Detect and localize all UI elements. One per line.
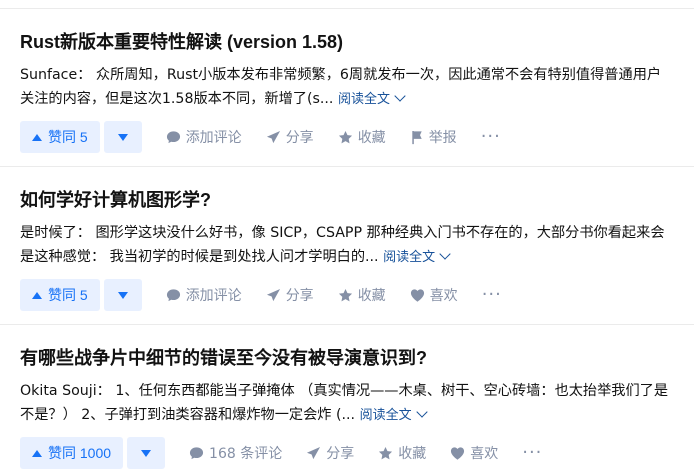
feed-card: 如何学好计算机图形学? 是时候了： 图形学这块没什么好书，像 SICP，CSAP… <box>0 167 694 325</box>
upvote-label: 赞同 1000 <box>48 445 112 461</box>
card-excerpt[interactable]: 是时候了： 图形学这块没什么好书，像 SICP，CSAPP 那种经典入门书不存在… <box>20 221 674 269</box>
upvote-label: 赞同 5 <box>48 287 88 303</box>
feed-card: 有哪些战争片中细节的错误至今没有被导演意识到? Okita Souji： 1、任… <box>0 325 694 476</box>
excerpt-text-1: 众所周知，Rust小版本发布非常频繁，6周就发布一次，因此通常不会有特别值得普通 <box>95 67 633 83</box>
comment-icon <box>166 288 180 301</box>
author-name: Sunface： <box>20 67 92 83</box>
upvote-label: 赞同 5 <box>48 129 88 145</box>
share-label: 分享 <box>285 130 314 146</box>
card-title[interactable]: Rust新版本重要特性解读 (version 1.58) <box>20 29 674 55</box>
share-icon <box>266 288 280 301</box>
action-bar: 赞同 5 添加评论 分享 收藏 举报 ··· <box>20 121 674 153</box>
collect-button[interactable]: 收藏 <box>338 285 386 305</box>
card-excerpt[interactable]: Sunface： 众所周知，Rust小版本发布非常频繁，6周就发布一次，因此通常… <box>20 63 674 111</box>
share-button[interactable]: 分享 <box>266 285 314 305</box>
report-label: 举报 <box>428 130 457 146</box>
collect-label: 收藏 <box>357 288 386 304</box>
more-options-icon[interactable]: ··· <box>481 128 501 146</box>
share-button[interactable]: 分享 <box>306 443 354 463</box>
more-options-icon[interactable]: ··· <box>522 444 542 462</box>
upvote-arrow-icon <box>32 133 42 141</box>
read-more-link[interactable]: 阅读全文 <box>337 90 406 107</box>
downvote-arrow-icon <box>117 133 128 141</box>
read-more-label: 阅读全文 <box>359 408 412 423</box>
upvote-button[interactable]: 赞同 5 <box>20 121 100 153</box>
downvote-button[interactable] <box>103 121 142 153</box>
comment-label: 168 条评论 <box>209 446 283 462</box>
chevron-down-icon <box>415 406 428 418</box>
read-more-label: 阅读全文 <box>337 92 390 107</box>
card-title[interactable]: 有哪些战争片中细节的错误至今没有被导演意识到? <box>20 345 674 371</box>
collect-button[interactable]: 收藏 <box>378 443 426 463</box>
heart-icon <box>451 446 465 460</box>
action-bar: 赞同 5 添加评论 分享 收藏 喜欢 ··· <box>20 279 674 311</box>
like-button[interactable]: 喜欢 <box>450 443 498 463</box>
star-icon <box>379 446 393 459</box>
action-bar: 赞同 1000 168 条评论 分享 收藏 喜欢 ··· <box>20 437 674 469</box>
comment-icon <box>166 130 180 143</box>
downvote-button[interactable] <box>103 279 142 311</box>
more-options-icon[interactable]: ··· <box>482 286 502 304</box>
star-icon <box>338 130 352 143</box>
comment-label: 添加评论 <box>185 288 242 304</box>
downvote-arrow-icon <box>117 291 128 299</box>
share-icon <box>266 130 280 143</box>
read-more-label: 阅读全文 <box>383 250 436 265</box>
like-label: 喜欢 <box>429 288 458 304</box>
like-button[interactable]: 喜欢 <box>410 285 458 305</box>
flag-icon <box>412 130 422 144</box>
feed-list: Rust新版本重要特性解读 (version 1.58) Sunface： 众所… <box>0 0 694 476</box>
collect-button[interactable]: 收藏 <box>338 127 386 147</box>
comment-button[interactable]: 添加评论 <box>166 127 242 147</box>
upvote-arrow-icon <box>32 291 42 299</box>
comment-label: 添加评论 <box>185 130 242 146</box>
share-icon <box>307 446 321 459</box>
collect-label: 收藏 <box>357 130 386 146</box>
read-more-link[interactable]: 阅读全文 <box>383 248 451 265</box>
share-label: 分享 <box>285 288 314 304</box>
card-excerpt[interactable]: Okita Souji： 1、任何东西都能当子弹掩体 （真实情况——木桌、树干、… <box>20 379 674 427</box>
heart-icon <box>410 288 424 302</box>
card-title[interactable]: 如何学好计算机图形学? <box>20 187 674 213</box>
upvote-arrow-icon <box>32 449 42 457</box>
share-button[interactable]: 分享 <box>266 127 314 147</box>
downvote-arrow-icon <box>141 449 152 457</box>
comment-icon <box>189 446 204 459</box>
report-button[interactable]: 举报 <box>410 127 457 147</box>
chevron-down-icon <box>439 248 451 260</box>
excerpt-text-1: 1、任何东西都能当子弹掩体 （真实情况——木桌、树干、空心砖墙：也太抬举我们 <box>115 383 640 399</box>
collect-label: 收藏 <box>398 446 427 462</box>
downvote-button[interactable] <box>127 437 166 469</box>
read-more-link[interactable]: 阅读全文 <box>359 406 428 423</box>
previous-card-edge <box>0 0 694 9</box>
excerpt-text-1: 是时候了： 图形学这块没什么好书，像 SICP，CSAPP 那种经典入门书不存在… <box>20 225 637 241</box>
chevron-down-icon <box>394 90 406 102</box>
upvote-button[interactable]: 赞同 5 <box>20 279 100 311</box>
star-icon <box>338 288 352 301</box>
feed-card: Rust新版本重要特性解读 (version 1.58) Sunface： 众所… <box>0 9 694 167</box>
comment-button[interactable]: 168 条评论 <box>189 443 282 463</box>
like-label: 喜欢 <box>470 446 499 462</box>
comment-button[interactable]: 添加评论 <box>166 285 242 305</box>
share-label: 分享 <box>326 446 355 462</box>
author-name: Okita Souji： <box>20 383 111 399</box>
upvote-button[interactable]: 赞同 1000 <box>20 437 124 469</box>
